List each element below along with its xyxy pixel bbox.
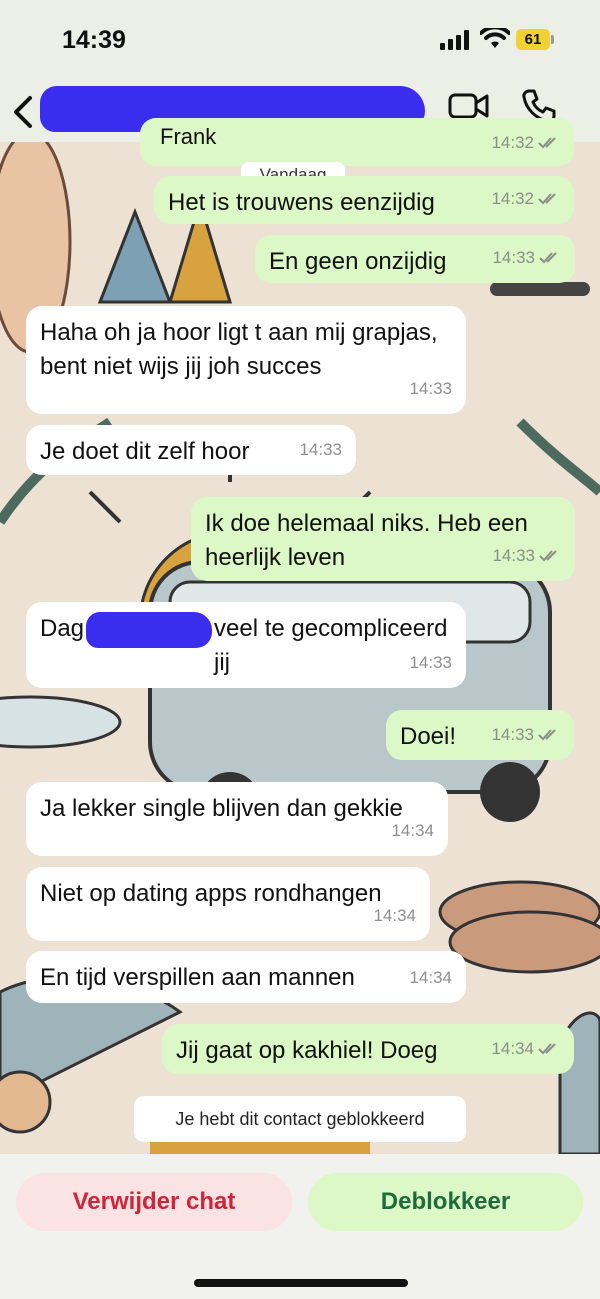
message-bubble-out[interactable]: Doei! 14:33 xyxy=(386,710,574,760)
message-text: Frank xyxy=(160,124,217,149)
message-bubble-in[interactable]: En tijd verspillen aan mannen 14:34 xyxy=(26,951,466,1003)
message-bubble-in[interactable]: Je doet dit zelf hoor 14:33 xyxy=(26,425,356,475)
bottom-action-bar: Verwijder chat Deblokkeer xyxy=(0,1154,600,1299)
double-check-icon xyxy=(538,137,556,149)
message-time: 14:33 xyxy=(299,440,342,459)
message-meta: 14:34 xyxy=(491,1032,560,1066)
message-text: Niet op dating apps rondhangen xyxy=(40,880,382,907)
status-bar: 14:39 61 xyxy=(0,0,600,80)
signal-icon xyxy=(440,30,469,50)
message-bubble-out[interactable]: Jij gaat op kakhiel! Doeg 14:34 xyxy=(162,1024,574,1074)
battery-icon: 61 xyxy=(516,29,550,50)
message-time: 14:33 xyxy=(409,379,452,398)
message-meta: 14:33 xyxy=(409,646,452,680)
message-bubble-in[interactable]: Ja lekker single blijven dan gekkie 14:3… xyxy=(26,782,448,856)
message-time: 14:34 xyxy=(491,1039,534,1058)
message-text: Ja lekker single blijven dan gekkie xyxy=(40,795,403,822)
message-time: 14:34 xyxy=(409,968,452,987)
message-time: 14:32 xyxy=(491,133,534,152)
message-text: Dag xyxy=(40,615,85,642)
message-text: Jij gaat op kakhiel! Doeg xyxy=(176,1037,438,1064)
redacted-name xyxy=(86,612,212,648)
double-check-icon xyxy=(538,729,556,741)
message-bubble-in[interactable]: Haha oh ja hoor ligt t aan mij grapjas, … xyxy=(26,306,466,414)
double-check-icon xyxy=(539,550,557,562)
back-icon[interactable] xyxy=(8,94,38,130)
message-meta: 14:33 xyxy=(299,433,342,467)
message-text: En geen onzijdig xyxy=(269,248,447,275)
message-bubble-out[interactable]: En geen onzijdig 14:33 xyxy=(255,235,575,283)
delete-chat-button[interactable]: Verwijder chat xyxy=(16,1173,292,1231)
status-time: 14:39 xyxy=(62,26,126,54)
message-text: Ik doe helemaal niks. Heb een heerlijk l… xyxy=(205,510,528,571)
message-bubble-in[interactable]: Dag veel te gecompliceerd jij 14:33 xyxy=(26,602,466,688)
message-bubble-out[interactable]: Frank 14:32 xyxy=(140,118,574,166)
message-bubble-in[interactable]: Niet op dating apps rondhangen 14:34 xyxy=(26,867,430,941)
message-meta: 14:33 xyxy=(491,718,560,752)
message-meta: 14:32 xyxy=(491,126,560,160)
message-text: En tijd verspillen aan mannen xyxy=(40,964,355,991)
message-text: Haha oh ja hoor ligt t aan mij grapjas, … xyxy=(40,319,438,380)
message-time: 14:32 xyxy=(491,189,534,208)
message-time: 14:33 xyxy=(409,653,452,672)
double-check-icon xyxy=(538,1043,556,1055)
message-meta: 14:34 xyxy=(391,814,434,848)
message-time: 14:33 xyxy=(492,248,535,267)
message-meta: 14:32 xyxy=(491,182,560,216)
message-meta: 14:33 xyxy=(492,241,561,275)
message-time: 14:34 xyxy=(391,821,434,840)
message-bubble-out[interactable]: Het is trouwens eenzijdig 14:32 xyxy=(154,176,574,224)
blocked-contact-notice: Je hebt dit contact geblokkeerd xyxy=(134,1096,466,1142)
message-text: Doei! xyxy=(400,723,457,750)
battery-tip xyxy=(551,35,554,44)
message-meta: 14:33 xyxy=(492,539,561,573)
wifi-icon xyxy=(480,28,510,48)
double-check-icon xyxy=(539,252,557,264)
unblock-button[interactable]: Deblokkeer xyxy=(308,1173,583,1231)
message-time: 14:33 xyxy=(491,725,534,744)
message-text: Het is trouwens eenzijdig xyxy=(168,189,435,216)
message-time: 14:33 xyxy=(492,546,535,565)
message-bubble-out[interactable]: Ik doe helemaal niks. Heb een heerlijk l… xyxy=(191,497,575,581)
message-meta: 14:34 xyxy=(373,899,416,933)
home-indicator[interactable] xyxy=(194,1279,408,1287)
double-check-icon xyxy=(538,193,556,205)
message-meta: 14:34 xyxy=(409,961,452,995)
message-text: Je doet dit zelf hoor xyxy=(40,438,250,465)
message-meta: 14:33 xyxy=(409,372,452,406)
message-time: 14:34 xyxy=(373,906,416,925)
